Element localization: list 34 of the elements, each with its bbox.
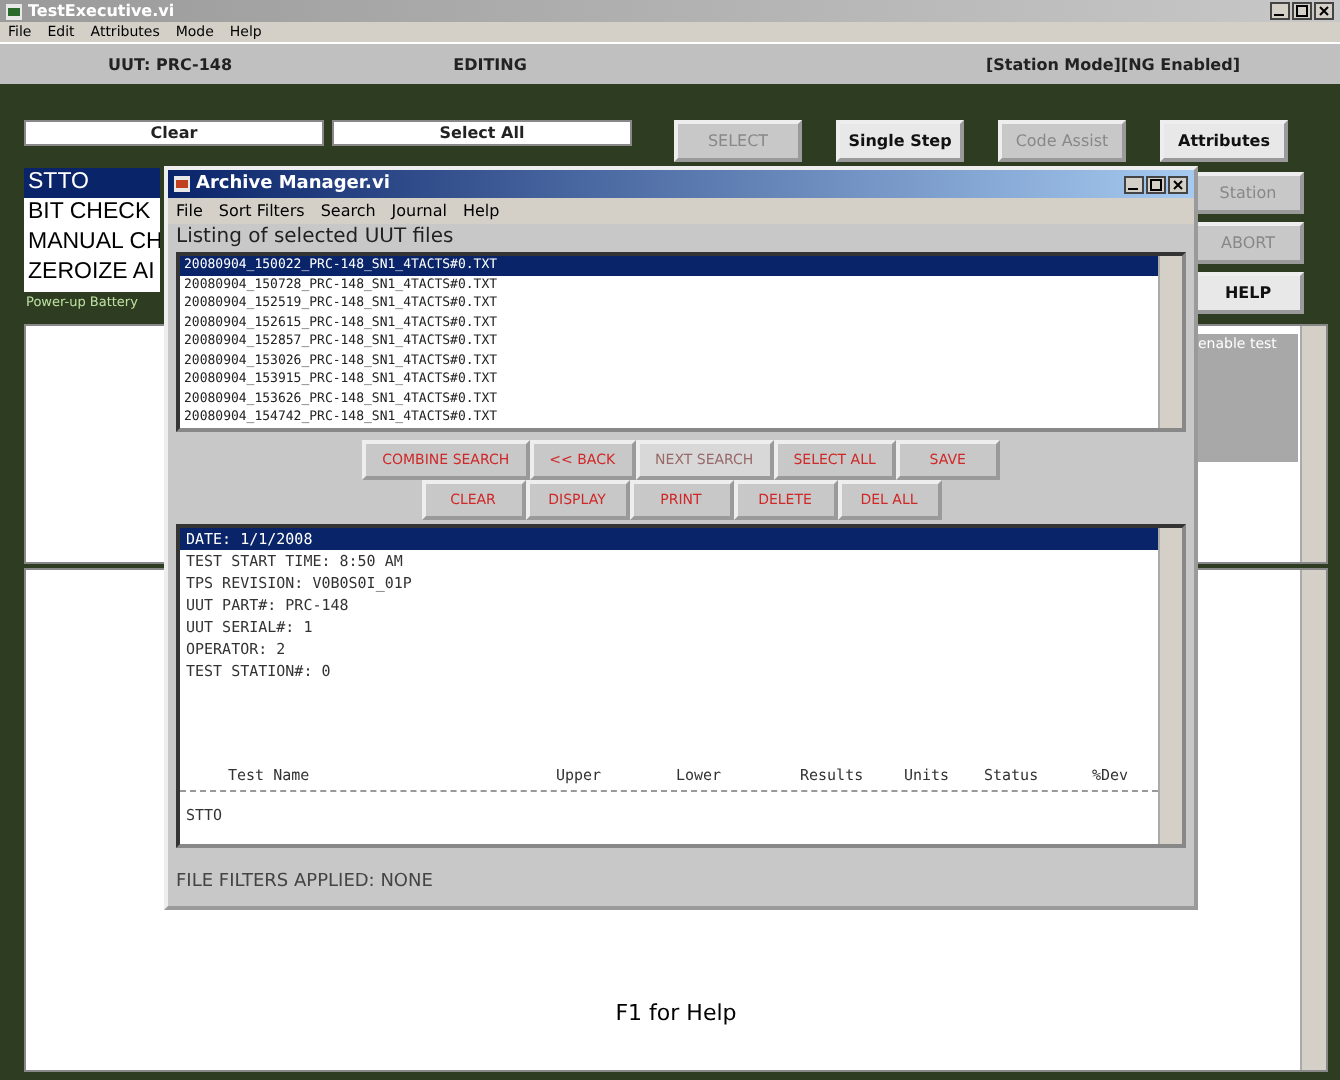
- list-button[interactable]: Clear: [24, 120, 324, 146]
- side-button[interactable]: HELP: [1192, 272, 1304, 314]
- app-icon: [174, 176, 190, 192]
- test-item[interactable]: ZEROIZE AI: [24, 258, 160, 288]
- close-icon[interactable]: [1168, 175, 1188, 193]
- filters-label: FILE FILTERS APPLIED: NONE: [176, 872, 435, 892]
- scrollbar[interactable]: [1300, 326, 1326, 562]
- close-icon[interactable]: [1314, 2, 1334, 20]
- maximize-icon[interactable]: [1292, 2, 1312, 20]
- listing-label: Listing of selected UUT files: [176, 224, 456, 252]
- minimize-icon[interactable]: [1124, 175, 1144, 193]
- scrollbar[interactable]: [1158, 528, 1182, 844]
- window-title: TestExecutive.vi: [28, 2, 177, 20]
- help-text: F1 for Help: [615, 1000, 737, 1026]
- app-icon: [6, 3, 22, 19]
- scrollbar[interactable]: [1300, 570, 1326, 1070]
- menu-item[interactable]: Help: [462, 202, 500, 220]
- menu-item[interactable]: Search: [320, 202, 376, 220]
- test-item[interactable]: BIT CHECK: [24, 198, 160, 228]
- menu-item[interactable]: Journal: [391, 202, 447, 220]
- test-item[interactable]: STTO: [24, 168, 160, 198]
- list-button[interactable]: Select All: [332, 120, 632, 146]
- toolbar-button[interactable]: Attributes: [1160, 120, 1288, 162]
- toolbar-button[interactable]: Single Step: [836, 120, 964, 162]
- uut-label: UUT: PRC-148: [105, 55, 235, 73]
- mode-label: EDITING: [451, 55, 529, 73]
- menu-item[interactable]: File: [176, 202, 203, 220]
- window-title: Archive Manager.vi: [196, 174, 392, 194]
- minimize-icon[interactable]: [1270, 2, 1290, 20]
- maximize-icon[interactable]: [1146, 175, 1166, 193]
- test-item[interactable]: MANUAL CH: [24, 228, 160, 258]
- menu-item[interactable]: Sort Filters: [218, 202, 305, 220]
- station-mode-label: [Station Mode][NG Enabled]: [984, 55, 1240, 73]
- scrollbar[interactable]: [1158, 256, 1182, 428]
